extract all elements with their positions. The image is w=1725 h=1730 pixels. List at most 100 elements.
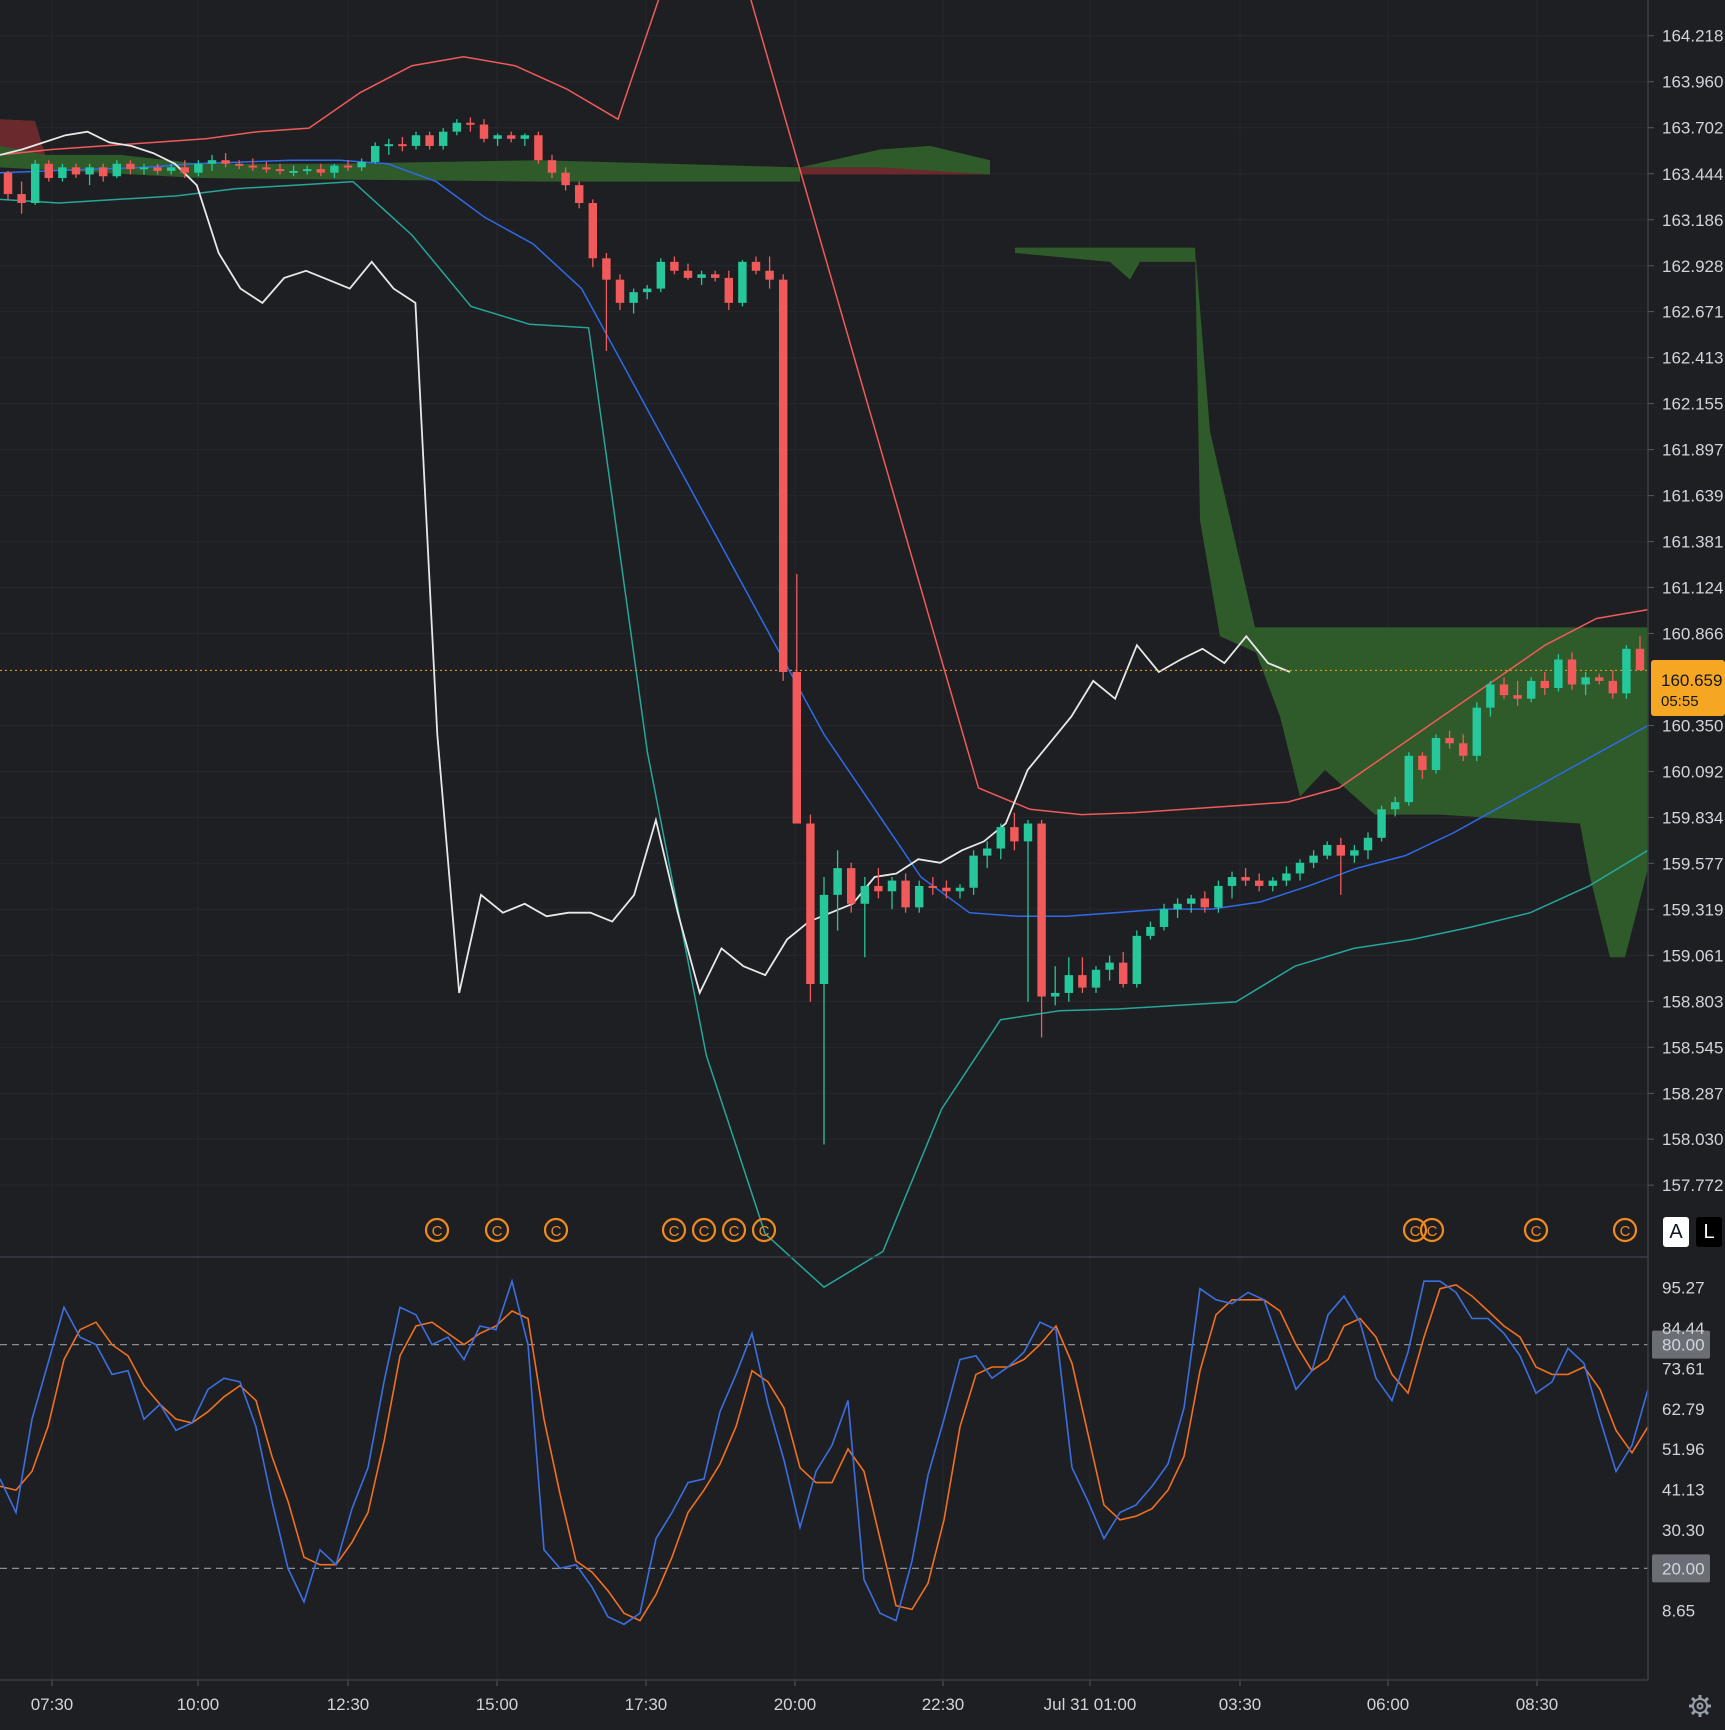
candle-body (248, 165, 258, 168)
level-label: 20.00 (1662, 1559, 1705, 1578)
candle-body (370, 145, 380, 162)
stoch-tick-label: 51.96 (1662, 1440, 1705, 1459)
candle-body (1499, 684, 1509, 696)
candle-body (1309, 855, 1318, 863)
candle-body (833, 868, 842, 895)
candle-body (1363, 837, 1373, 851)
stoch-tick-label: 62.79 (1662, 1400, 1705, 1419)
candle-body (574, 185, 584, 203)
candle-body (1472, 707, 1482, 756)
candle-body (1146, 926, 1155, 936)
candle-body (194, 163, 203, 173)
candle-body (3, 172, 13, 195)
price-tick-label: 163.186 (1662, 211, 1723, 230)
candle-body (1350, 850, 1359, 856)
time-tick-label: 20:00 (774, 1695, 817, 1714)
price-tick-label: 161.124 (1662, 578, 1723, 597)
price-tick-label: 164.218 (1662, 27, 1723, 46)
price-tag-value: 160.659 (1661, 671, 1722, 690)
candle-body (1567, 659, 1577, 685)
candle-body (520, 135, 530, 139)
price-tick-label: 161.381 (1662, 533, 1723, 552)
event-marker-label: C (759, 1223, 770, 1240)
candle-body (275, 169, 285, 172)
candle-body (1078, 975, 1087, 988)
price-tick-label: 163.444 (1662, 165, 1723, 184)
candle-body (697, 274, 706, 278)
candle-body (1037, 823, 1046, 997)
candle-body (683, 270, 693, 278)
candle-body (724, 277, 734, 303)
candle-body (1200, 898, 1210, 908)
candle-body (1186, 898, 1196, 904)
time-tick-label: 15:00 (476, 1695, 519, 1714)
candle-body (982, 848, 992, 856)
candle-body (479, 124, 489, 139)
time-tick-label: 22:30 (922, 1695, 965, 1714)
candle-body (58, 167, 67, 179)
candle-body (874, 885, 883, 892)
candle-body (71, 167, 81, 175)
candle-body (534, 135, 543, 161)
candle-body (887, 880, 897, 892)
price-tick-label: 159.061 (1662, 946, 1723, 965)
candle-body (602, 258, 611, 280)
price-tick-label: 160.350 (1662, 716, 1723, 735)
candle-body (1241, 877, 1250, 881)
candle-body (180, 167, 190, 173)
candle-body (153, 167, 162, 171)
candle-body (1173, 903, 1182, 910)
auto-scale-button[interactable]: A (1663, 1217, 1689, 1247)
candle-body (1132, 935, 1142, 985)
price-tick-label: 162.413 (1662, 349, 1723, 368)
candle-body (1404, 755, 1414, 803)
candle-body (1254, 880, 1264, 886)
event-marker-label: C (1410, 1223, 1421, 1240)
stoch-tick-label: 41.13 (1662, 1481, 1705, 1500)
candle-body (1336, 844, 1346, 856)
stoch-tick-label: 84.44 (1662, 1319, 1705, 1338)
time-tick-label: 10:00 (177, 1695, 220, 1714)
candle-body (615, 279, 625, 303)
candle-body (30, 163, 40, 203)
stoch-tick-label: 73.61 (1662, 1359, 1705, 1378)
price-tick-label: 162.928 (1662, 257, 1723, 276)
candle-body (1322, 844, 1332, 856)
candle-body (928, 885, 938, 888)
candle-body (126, 163, 135, 170)
candle-body (588, 202, 598, 259)
candle-body (1554, 659, 1563, 689)
price-tick-label: 159.577 (1662, 854, 1723, 873)
candle-body (1377, 809, 1386, 838)
current-price-tag: 160.659 05:55 (1651, 660, 1725, 716)
candle-body (221, 160, 230, 164)
candle-body (262, 167, 271, 170)
candle-body (1635, 648, 1645, 671)
price-tick-label: 162.671 (1662, 303, 1723, 322)
price-tag-countdown: 05:55 (1661, 693, 1699, 710)
candle-body (44, 163, 54, 179)
candle-body (792, 671, 802, 824)
candle-body (438, 131, 448, 146)
candle-body (17, 194, 26, 203)
candle-body (1526, 680, 1536, 699)
chart-canvas[interactable]: CCCCCCCCCCC 80.0020.0095.2784.4473.6162.… (0, 0, 1725, 1730)
candle-body (1458, 743, 1468, 756)
event-marker-label: C (492, 1223, 503, 1240)
event-marker-label: C (432, 1223, 443, 1240)
candle-body (1581, 677, 1590, 685)
candle-body (1390, 802, 1400, 810)
time-tick-label: 07:30 (31, 1695, 74, 1714)
candle-body (969, 855, 978, 888)
candle-body (1105, 962, 1114, 970)
candle-body (642, 288, 652, 293)
candle-body (1118, 962, 1128, 985)
log-scale-button[interactable]: L (1696, 1217, 1722, 1247)
candle-body (1445, 737, 1454, 744)
candle-body (765, 270, 774, 280)
candle-body (846, 868, 856, 904)
price-tick-label: 157.772 (1662, 1176, 1723, 1195)
price-tick-label: 158.803 (1662, 992, 1723, 1011)
settings-gear-icon[interactable] (1686, 1692, 1714, 1720)
candle-body (996, 827, 1006, 849)
